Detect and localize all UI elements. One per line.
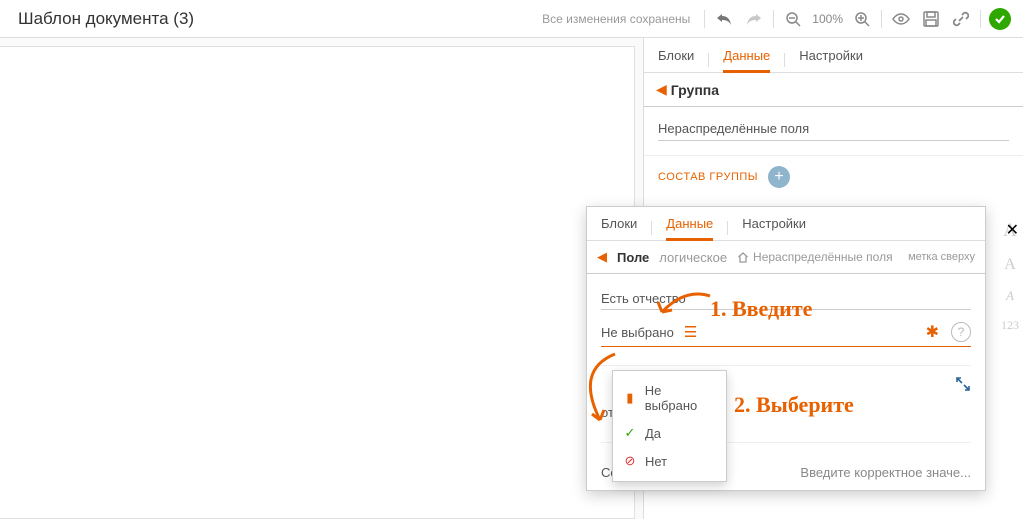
- separator: [704, 10, 705, 28]
- separator: [773, 10, 774, 28]
- separator: [784, 53, 785, 67]
- tab-settings[interactable]: Настройки: [742, 216, 806, 240]
- separator: [727, 221, 728, 235]
- group-name-input[interactable]: Нераспределённые поля: [658, 121, 1009, 141]
- group-header[interactable]: ◀ Группа: [644, 73, 1023, 107]
- help-icon[interactable]: ?: [951, 322, 971, 342]
- expand-icon[interactable]: [955, 376, 971, 395]
- value-select-row: Не выбрано ☰ ✱ ?: [601, 310, 971, 347]
- field-name-input[interactable]: [601, 288, 971, 310]
- group-compose-row: СОСТАВ ГРУППЫ +: [644, 156, 1023, 202]
- redo-icon[interactable]: [743, 8, 765, 30]
- add-field-button[interactable]: +: [768, 166, 790, 188]
- header: Шаблон документа (3) Все изменения сохра…: [0, 0, 1023, 38]
- list-icon: ☰: [684, 323, 697, 341]
- close-icon[interactable]: ✕: [1006, 220, 1019, 240]
- collapse-icon[interactable]: ◀: [656, 81, 667, 98]
- canvas[interactable]: [0, 38, 643, 519]
- zoom-level: 100%: [812, 12, 843, 26]
- required-icon: ✱: [926, 322, 939, 342]
- numbers-icon[interactable]: 123: [1001, 318, 1019, 333]
- tab-data[interactable]: Данные: [723, 48, 770, 72]
- panel-tabs: Блоки Данные Настройки: [644, 38, 1023, 73]
- group-compose-label: СОСТАВ ГРУППЫ: [658, 171, 758, 183]
- value-select[interactable]: Не выбрано ☰: [601, 323, 697, 341]
- zoom-in-icon[interactable]: [851, 8, 873, 30]
- tab-data[interactable]: Данные: [666, 216, 713, 240]
- option-yes[interactable]: ✓ Да: [613, 419, 726, 447]
- forbid-icon: ⊘: [623, 453, 637, 469]
- collapse-icon[interactable]: ◀: [597, 249, 607, 265]
- select-value: Не выбрано: [601, 325, 674, 340]
- check-icon: ✓: [623, 425, 637, 441]
- separator: [881, 10, 882, 28]
- group-name-row: Нераспределённые поля: [644, 107, 1023, 156]
- preview-icon[interactable]: [890, 8, 912, 30]
- tab-settings[interactable]: Настройки: [799, 48, 863, 72]
- undo-icon[interactable]: [713, 8, 735, 30]
- dash-icon: ▮: [623, 390, 637, 406]
- save-icon[interactable]: [920, 8, 942, 30]
- label-position[interactable]: метка сверху: [908, 251, 975, 263]
- value-dropdown: ▮ Не выбрано ✓ Да ⊘ Нет: [612, 370, 727, 482]
- document-page[interactable]: [0, 46, 635, 519]
- home-icon: [737, 251, 749, 263]
- font-small-icon[interactable]: A: [1006, 288, 1014, 304]
- field-title: Поле: [617, 250, 649, 265]
- group-title: Группа: [671, 82, 719, 98]
- status-ok-icon: [989, 8, 1011, 30]
- page-title: Шаблон документа (3): [18, 9, 194, 29]
- field-type: логическое: [659, 250, 727, 265]
- field-parent[interactable]: Нераспределённые поля: [737, 250, 893, 264]
- tab-blocks[interactable]: Блоки: [601, 216, 637, 240]
- toolbar: Все изменения сохранены 100%: [542, 8, 1011, 30]
- popup-tabs: Блоки Данные Настройки: [587, 207, 985, 241]
- value-meta: ✱ ?: [926, 322, 971, 342]
- separator: [708, 53, 709, 67]
- message-input[interactable]: Введите корректное значе...: [800, 465, 971, 480]
- zoom-out-icon[interactable]: [782, 8, 804, 30]
- save-status: Все изменения сохранены: [542, 12, 690, 26]
- font-medium-icon[interactable]: A: [1004, 256, 1016, 274]
- option-none[interactable]: ▮ Не выбрано: [613, 377, 726, 419]
- tab-blocks[interactable]: Блоки: [658, 48, 694, 72]
- field-header: ◀ Поле логическое Нераспределённые поля …: [587, 241, 985, 274]
- option-no[interactable]: ⊘ Нет: [613, 447, 726, 475]
- separator: [980, 10, 981, 28]
- separator: [651, 221, 652, 235]
- link-icon[interactable]: [950, 8, 972, 30]
